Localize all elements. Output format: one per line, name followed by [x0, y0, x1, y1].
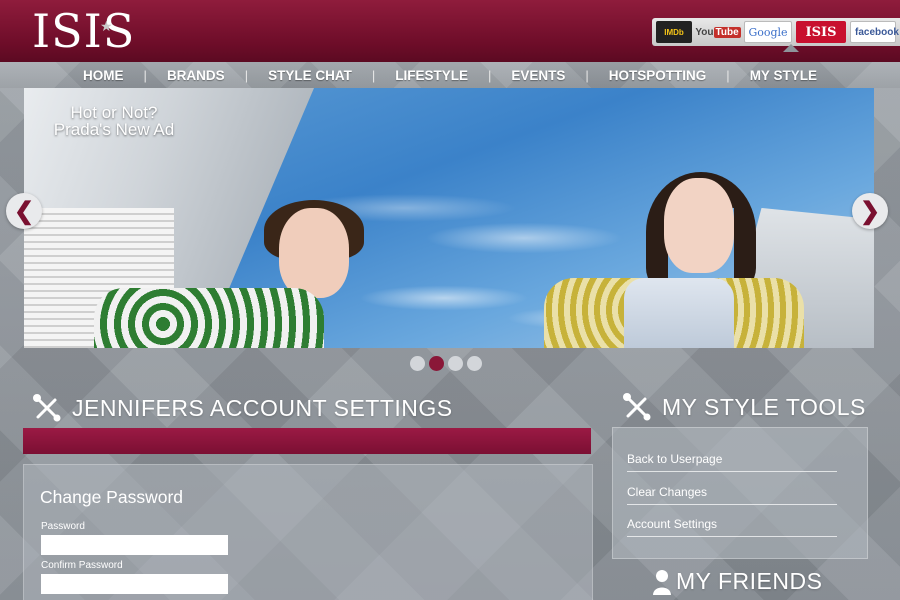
style-tools-title: MY STYLE TOOLS [662, 393, 866, 420]
hero-caption[interactable]: Hot or Not? Prada's New Ad [34, 104, 194, 138]
carousel-pagination [410, 356, 482, 371]
youtube-you-text: You [695, 26, 714, 38]
wrench-screwdriver-icon [623, 393, 651, 421]
chevron-left-icon: ❮ [13, 197, 35, 225]
account-settings-link[interactable]: Account Settings [627, 517, 837, 537]
carousel-dot-2[interactable] [429, 356, 444, 371]
facebook-link[interactable]: facebook [850, 21, 899, 43]
hero-caption-line1: Hot or Not? [70, 103, 158, 122]
youtube-link[interactable]: You Tube [695, 21, 741, 43]
google-link[interactable]: Google [744, 21, 792, 43]
hero-caption-line2: Prada's New Ad [53, 120, 175, 139]
carousel-dot-4[interactable] [467, 356, 482, 371]
change-password-title: Change Password [40, 487, 183, 507]
my-friends-header: MY FRIENDS [652, 568, 822, 595]
nav-brands[interactable]: BRANDS [147, 68, 245, 83]
nav-home[interactable]: HOME [63, 68, 144, 83]
active-site-pointer-icon [783, 44, 799, 52]
wrench-screwdriver-icon [33, 394, 61, 422]
isis-site-link[interactable]: ISIS [796, 21, 846, 43]
imdb-link[interactable]: IMDb [656, 21, 692, 43]
account-settings-bar [23, 428, 591, 454]
nav-lifestyle[interactable]: LIFESTYLE [375, 68, 488, 83]
nav-style-chat[interactable]: STYLE CHAT [248, 68, 372, 83]
model-left-outfit [94, 288, 324, 348]
main-navigation: HOME | BRANDS | STYLE CHAT | LIFESTYLE |… [0, 62, 900, 88]
model-right-face [664, 178, 734, 273]
back-to-userpage-link[interactable]: Back to Userpage [627, 452, 837, 472]
confirm-password-field[interactable] [41, 574, 228, 594]
nav-hotspotting[interactable]: HOTSPOTTING [589, 68, 727, 83]
youtube-tube-text: Tube [713, 26, 741, 38]
confirm-password-label: Confirm Password [41, 560, 123, 571]
site-header: ISIS ★ IMDb You Tube Google ISIS facebook [0, 0, 900, 62]
clear-changes-link[interactable]: Clear Changes [627, 485, 837, 505]
person-icon [653, 569, 671, 595]
password-label: Password [41, 521, 85, 532]
carousel-next-button[interactable]: ❯ [852, 193, 888, 229]
model-right-dress [624, 278, 734, 348]
isis-logo[interactable]: ISIS ★ [32, 4, 135, 58]
account-settings-title: JENNIFERS ACCOUNT SETTINGS [72, 394, 453, 421]
account-settings-header: JENNIFERS ACCOUNT SETTINGS [32, 393, 453, 423]
star-icon: ★ [100, 19, 114, 35]
chevron-right-icon: ❯ [859, 197, 881, 225]
model-left-face [279, 208, 349, 298]
my-friends-title: MY FRIENDS [676, 568, 823, 594]
nav-events[interactable]: EVENTS [491, 68, 585, 83]
carousel-dot-3[interactable] [448, 356, 463, 371]
hero-carousel-slide[interactable]: Hot or Not? Prada's New Ad [24, 88, 874, 348]
carousel-prev-button[interactable]: ❮ [6, 193, 42, 229]
password-field[interactable] [41, 535, 228, 555]
nav-my-style[interactable]: MY STYLE [730, 68, 837, 83]
partner-sites-bar: IMDb You Tube Google ISIS facebook [652, 18, 900, 46]
style-tools-header: MY STYLE TOOLS [622, 392, 866, 422]
carousel-dot-1[interactable] [410, 356, 425, 371]
style-tools-panel: Back to Userpage Clear Changes Account S… [612, 427, 868, 559]
change-password-panel: Change Password Password Confirm Passwor… [23, 464, 593, 600]
